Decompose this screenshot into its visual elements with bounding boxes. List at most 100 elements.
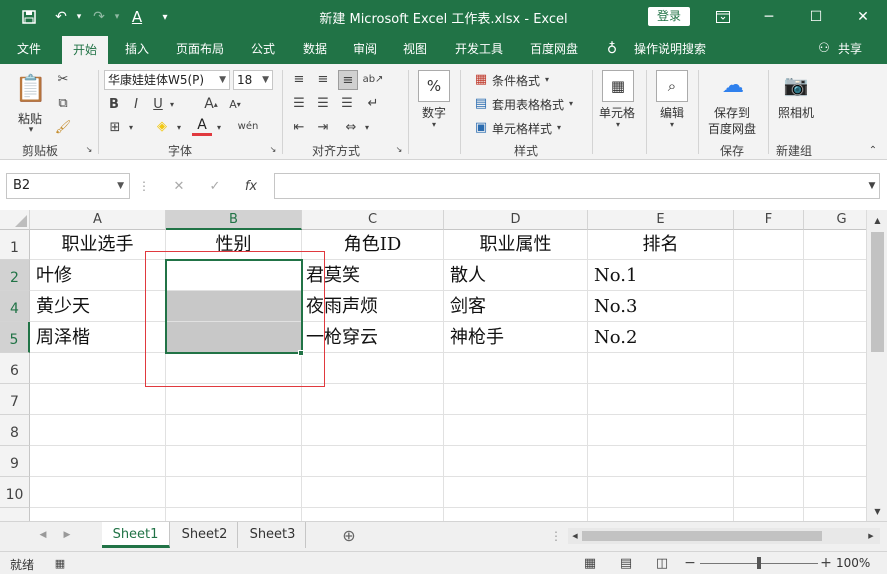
grid-cell[interactable] xyxy=(734,384,804,415)
grid-cell[interactable] xyxy=(30,384,166,415)
cell-style-button[interactable]: 单元格样式 xyxy=(492,120,552,137)
align-center-icon[interactable]: ☰ xyxy=(314,94,332,112)
edit-dropdown-icon[interactable]: ▾ xyxy=(666,118,678,130)
grid-cell[interactable] xyxy=(804,384,866,415)
column-header-a[interactable]: A xyxy=(30,210,166,230)
cell-a1[interactable]: 职业选手 xyxy=(30,230,166,260)
conditional-format-button[interactable]: 条件格式 xyxy=(492,72,540,89)
align-left-icon[interactable]: ☰ xyxy=(290,94,308,112)
grid-cell[interactable] xyxy=(166,508,302,521)
row-header-9[interactable]: 9 xyxy=(0,446,30,477)
cell-a4[interactable]: 黄少天 xyxy=(30,291,166,322)
cell-a5[interactable]: 周泽楷 xyxy=(30,322,166,353)
align-bottom-icon[interactable]: ≡ xyxy=(338,70,358,90)
cell-g1[interactable] xyxy=(804,230,866,260)
paste-icon[interactable]: 📋 xyxy=(14,70,48,108)
grid-cell[interactable] xyxy=(734,446,804,477)
grid-cell[interactable] xyxy=(444,446,588,477)
grid-cell[interactable] xyxy=(734,415,804,446)
italic-button[interactable]: I xyxy=(128,95,144,113)
fill-color-icon[interactable]: ◈ xyxy=(152,116,172,136)
grid-cell[interactable] xyxy=(302,415,444,446)
row-header-10[interactable]: 10 xyxy=(0,477,30,508)
cell-e4[interactable]: No.3 xyxy=(588,291,734,322)
sheet-tab-sheet2[interactable]: Sheet2 xyxy=(172,522,238,548)
macro-record-icon[interactable]: ▦ xyxy=(52,556,68,570)
grid-cell[interactable] xyxy=(444,415,588,446)
cut-icon[interactable]: ✂ xyxy=(54,70,72,88)
tab-page-layout[interactable]: 页面布局 xyxy=(170,34,230,64)
row-header-1[interactable]: 1 xyxy=(0,230,30,260)
normal-view-icon[interactable]: ▦ xyxy=(582,555,598,571)
cell-f4[interactable] xyxy=(734,291,804,322)
maximize-icon[interactable]: ☐ xyxy=(793,0,839,34)
cell-e5[interactable]: No.2 xyxy=(588,322,734,353)
grid-cell[interactable] xyxy=(302,508,444,521)
search-icon[interactable]: ⌕ xyxy=(656,70,688,102)
row-header-2[interactable]: 2 xyxy=(0,260,30,291)
grid-cell[interactable] xyxy=(588,508,734,521)
grid-cell[interactable] xyxy=(444,353,588,384)
next-sheet-icon[interactable]: ▶ xyxy=(60,528,74,542)
horizontal-scrollbar[interactable]: ◀ ▶ xyxy=(568,528,880,544)
cell-a2[interactable]: 叶修 xyxy=(30,260,166,291)
alignment-launcher-icon[interactable]: ↘ xyxy=(394,144,404,154)
cell-f2[interactable] xyxy=(734,260,804,291)
tab-file[interactable]: 文件 xyxy=(6,34,52,64)
fill-color-dropdown-icon[interactable]: ▾ xyxy=(174,118,184,136)
grid-cell[interactable] xyxy=(734,508,804,521)
row-header-7[interactable]: 7 xyxy=(0,384,30,415)
drag-handle-icon[interactable]: ⋮ xyxy=(138,178,150,194)
expand-formula-icon[interactable]: ▼ xyxy=(866,180,878,192)
increase-indent-icon[interactable]: ⇥ xyxy=(314,118,332,136)
font-launcher-icon[interactable]: ↘ xyxy=(268,144,278,154)
cell-b2[interactable] xyxy=(166,260,302,291)
cell-g5[interactable] xyxy=(804,322,866,353)
merge-center-icon[interactable]: ⇔ xyxy=(342,118,360,136)
sheet-tab-sheet1[interactable]: Sheet1 xyxy=(102,522,170,548)
cell-e1[interactable]: 排名 xyxy=(588,230,734,260)
column-header-d[interactable]: D xyxy=(444,210,588,230)
baidu-cloud-icon[interactable]: ☁ xyxy=(718,70,748,100)
scroll-right-icon[interactable]: ▶ xyxy=(866,531,876,541)
cells-icon[interactable]: ▦ xyxy=(602,70,634,102)
font-size-combo[interactable]: 18 ▼ xyxy=(233,70,273,90)
select-all-corner[interactable] xyxy=(0,210,30,230)
vertical-scrollbar[interactable]: ▲ ▼ xyxy=(866,210,887,521)
font-color-dropdown-icon[interactable]: ▾ xyxy=(214,118,224,136)
grid-cell[interactable] xyxy=(30,415,166,446)
zoom-slider-thumb[interactable] xyxy=(757,557,761,569)
cell-g4[interactable] xyxy=(804,291,866,322)
decrease-font-icon[interactable]: A ▾ xyxy=(226,95,244,113)
tab-view[interactable]: 视图 xyxy=(392,34,438,64)
share-button[interactable]: 共享 xyxy=(834,34,866,64)
column-header-b[interactable]: B xyxy=(166,210,302,230)
grid-cell[interactable] xyxy=(166,384,302,415)
save-baidu-label-2[interactable]: 百度网盘 xyxy=(708,120,756,137)
tab-formulas[interactable]: 公式 xyxy=(240,34,286,64)
grid-cell[interactable] xyxy=(166,353,302,384)
minimize-icon[interactable]: ─ xyxy=(746,0,792,34)
row-header-4[interactable]: 4 xyxy=(0,291,30,322)
tab-insert[interactable]: 插入 xyxy=(114,34,160,64)
align-right-icon[interactable]: ☰ xyxy=(338,94,356,112)
cell-c5[interactable]: 一枪穿云 xyxy=(302,322,444,353)
cells-dropdown-icon[interactable]: ▾ xyxy=(612,118,624,130)
name-box[interactable]: B2 ▼ xyxy=(6,173,130,199)
camera-label[interactable]: 照相机 xyxy=(778,104,814,121)
column-header-e[interactable]: E xyxy=(588,210,734,230)
cell-c2[interactable]: 君莫笑 xyxy=(302,260,444,291)
close-icon[interactable]: ✕ xyxy=(840,0,886,34)
cell-g2[interactable] xyxy=(804,260,866,291)
column-header-c[interactable]: C xyxy=(302,210,444,230)
grid-cell[interactable] xyxy=(30,353,166,384)
cell-b4[interactable] xyxy=(166,291,302,322)
cell-c1[interactable]: 角色ID xyxy=(302,230,444,260)
login-button[interactable]: 登录 xyxy=(648,7,690,26)
conditional-format-icon[interactable]: ▦ xyxy=(472,70,490,88)
insert-function-icon[interactable]: fx xyxy=(242,177,260,195)
borders-icon[interactable]: ⊞ xyxy=(106,118,124,136)
grid-cell[interactable] xyxy=(588,446,734,477)
tab-home[interactable]: 开始 xyxy=(62,36,108,64)
column-header-f[interactable]: F xyxy=(734,210,804,230)
